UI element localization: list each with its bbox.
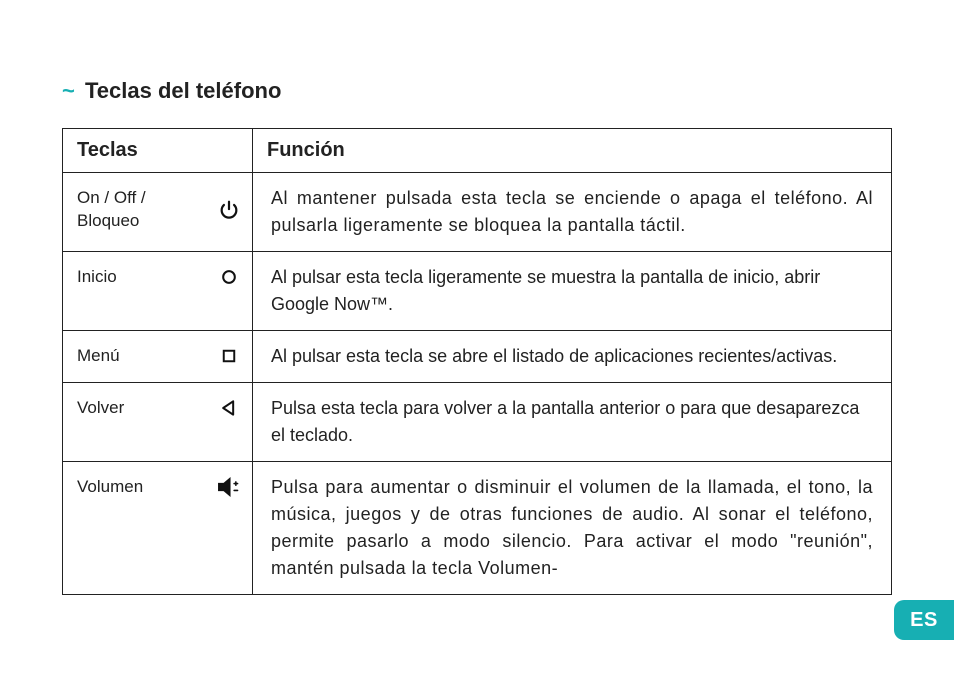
func-desc: Al pulsar esta tecla ligeramente se mues… bbox=[253, 252, 892, 331]
key-label: Menú bbox=[77, 345, 202, 368]
language-badge: ES bbox=[894, 600, 954, 640]
table-row: On / Off / Bloqueo Al mantener pulsada e… bbox=[63, 173, 892, 252]
key-label: Volver bbox=[77, 397, 202, 420]
func-desc: Al mantener pulsada esta tecla se encien… bbox=[253, 173, 892, 252]
key-label: On / Off / Bloqueo bbox=[77, 187, 202, 233]
table-row: Menú Al pulsar esta tecla se abre el lis… bbox=[63, 331, 892, 383]
func-desc: Pulsa para aumentar o disminuir el volum… bbox=[253, 462, 892, 595]
key-label: Inicio bbox=[77, 266, 202, 289]
table-row: Volumen Pulsa para aumentar o disminuir … bbox=[63, 462, 892, 595]
section-heading: ~ Teclas del teléfono bbox=[62, 78, 892, 104]
heading-text: Teclas del teléfono bbox=[85, 78, 281, 103]
table-row: Inicio Al pulsar esta tecla ligeramente … bbox=[63, 252, 892, 331]
back-triangle-icon bbox=[216, 398, 242, 418]
func-desc: Al pulsar esta tecla se abre el listado … bbox=[253, 331, 892, 383]
home-circle-icon bbox=[216, 267, 242, 287]
col-header-keys: Teclas bbox=[63, 129, 253, 173]
key-label: Volumen bbox=[77, 476, 202, 499]
col-header-func: Función bbox=[253, 129, 892, 173]
table-row: Volver Pulsa esta tecla para volver a la… bbox=[63, 383, 892, 462]
power-icon bbox=[216, 199, 242, 221]
keys-table: Teclas Función On / Off / Bloqueo bbox=[62, 128, 892, 595]
heading-tilde: ~ bbox=[62, 78, 75, 103]
menu-square-icon bbox=[216, 347, 242, 365]
volume-icon bbox=[216, 476, 242, 498]
func-desc: Pulsa esta tecla para volver a la pantal… bbox=[253, 383, 892, 462]
